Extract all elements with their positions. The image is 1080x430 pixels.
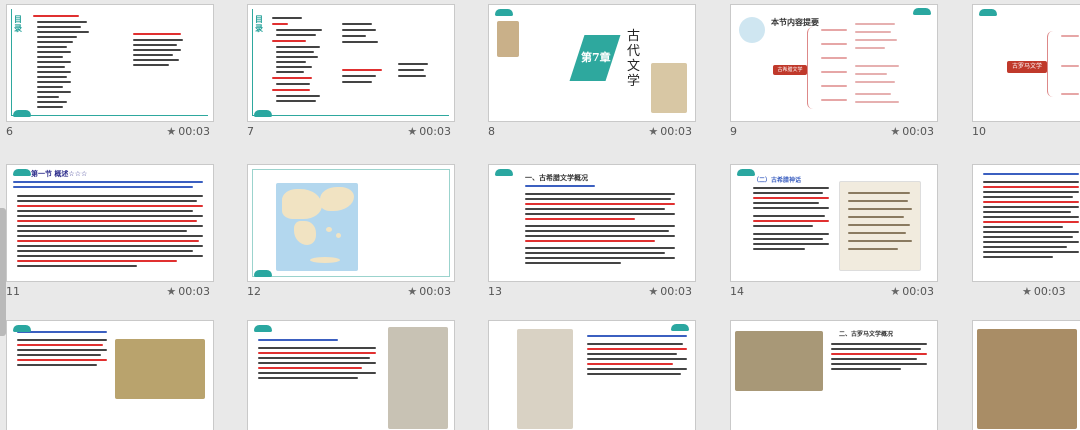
slide-timing: ★ 00:03 [407,285,451,298]
slide-thumbnail[interactable] [6,320,214,430]
statue-image [388,327,448,429]
slide-timing: ★ 00:03 [407,125,451,138]
mindmap-root: 古希腊文学 [773,65,807,75]
slide-thumbnail[interactable]: 第7章 古代文学 [488,4,696,122]
greece-map [276,183,358,271]
slide-number: 13 [488,285,502,298]
slide-number: 7 [247,125,254,138]
star-icon: ★ [648,125,659,138]
star-icon: ★ [166,285,177,298]
slide-timing: ★ 00:03 [648,285,692,298]
star-icon: ★ [166,125,177,138]
slide-heading: 目录 [14,15,22,33]
slide-title: 第一节 概述☆☆☆ [31,170,88,178]
slide-number: 6 [6,125,13,138]
slide-thumbnail[interactable]: 目录 [247,4,455,122]
slide-thumbnail[interactable] [247,320,455,430]
slide-timing: ★ 00:03 [1022,285,1066,298]
slide-number: 14 [730,285,744,298]
slide-thumbnail[interactable]: 古罗马文学 [972,4,1080,122]
star-icon: ★ [890,125,901,138]
slide-timing: ★ 00:03 [648,125,692,138]
slide-title: 一、古希腊文学概况 [525,174,588,182]
slide-thumbnail[interactable]: 本节内容提要 古希腊文学 [730,4,938,122]
star-icon: ★ [407,125,418,138]
star-icon: ★ [648,285,659,298]
slide-timing: ★ 00:03 [890,285,934,298]
slide-thumbnail[interactable] [247,164,455,282]
star-icon: ★ [890,285,901,298]
slide-thumbnail[interactable] [488,320,696,430]
slide-title: 二、古罗马文学概况 [839,331,894,338]
sculpture-image [651,63,687,113]
slide-title: 古代文学 [627,29,641,89]
slide-thumbnail[interactable] [972,320,1080,430]
roman-city-image [735,331,823,391]
star-icon: ★ [1022,285,1032,298]
roman-city-image [977,329,1077,429]
slide-number: 12 [247,285,261,298]
slide-thumbnail[interactable] [972,164,1080,282]
slide-thumbnail[interactable]: 第一节 概述☆☆☆ [6,164,214,282]
chapter-label: 第7章 [581,51,611,64]
slide-timing: ★ 00:03 [166,125,210,138]
slide-thumbnail[interactable]: （二）古希腊神话 [730,164,938,282]
slide-number: 10 [972,125,986,138]
aristotle-bust-image [517,329,573,429]
slide-number: 8 [488,125,495,138]
slide-thumbnail[interactable]: 一、古希腊文学概况 [488,164,696,282]
slide-thumbnail[interactable]: 二、古罗马文学概况 [730,320,938,430]
slide-timing: ★ 00:03 [166,285,210,298]
slide-heading: 目录 [255,15,263,33]
painting-image [115,339,205,399]
statue-image [497,21,519,57]
manuscript-image [839,181,921,271]
star-icon: ★ [407,285,418,298]
slide-number: 9 [730,125,737,138]
slide-number: 11 [6,285,20,298]
slide-title: （二）古希腊神话 [753,177,802,184]
slide-thumbnail[interactable]: 目录 [6,4,214,122]
slide-timing: ★ 00:03 [890,125,934,138]
mindmap-root: 古罗马文学 [1007,61,1047,73]
avatar-image [739,17,765,43]
